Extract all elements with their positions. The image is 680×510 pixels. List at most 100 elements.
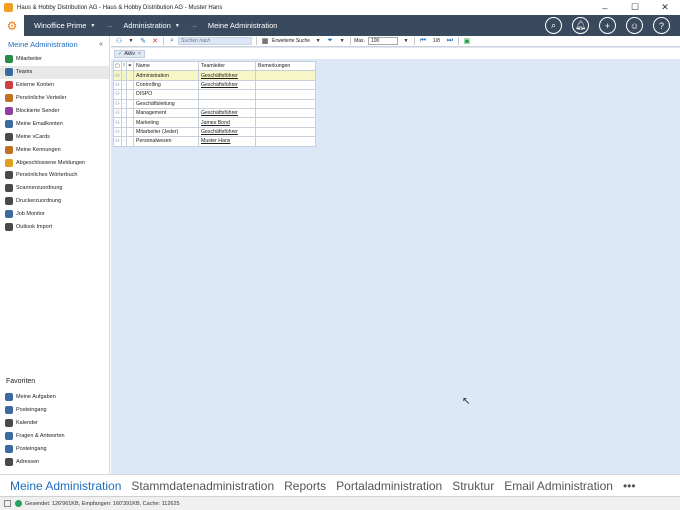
- module-tab[interactable]: Meine Administration: [10, 479, 121, 493]
- cell-bemerkungen[interactable]: [255, 107, 316, 119]
- column-header-bemerkungen[interactable]: Bemerkungen: [255, 60, 316, 72]
- cell-bemerkungen[interactable]: [255, 79, 316, 91]
- cell-name[interactable]: Mitarbeiter (Jeder): [133, 126, 199, 138]
- sidebar-item[interactable]: Persönliches Wörterbuch: [0, 169, 109, 182]
- collapse-icon[interactable]: «: [99, 41, 103, 48]
- chevron-down-icon[interactable]: ▼: [338, 37, 346, 45]
- cell-name[interactable]: Administration: [133, 70, 199, 81]
- column-header-name[interactable]: Name: [133, 60, 199, 72]
- filter-icon[interactable]: ⏷: [126, 60, 134, 72]
- sidebar-item[interactable]: Druckerzuordnung: [0, 195, 109, 208]
- cell-name[interactable]: Personalwesen: [133, 136, 199, 147]
- sidebar-item[interactable]: Outlook Import: [0, 221, 109, 234]
- table-row[interactable]: ⚇ · Geschäftsleitung: [113, 98, 316, 109]
- close-icon[interactable]: ×: [138, 51, 141, 57]
- filter-chip-active[interactable]: ✓ Aktiv ×: [114, 49, 145, 58]
- favorite-item[interactable]: Kalender: [0, 417, 110, 430]
- sidebar-item[interactable]: Mitarbeiter: [0, 53, 109, 66]
- table-row[interactable]: ⚇ · Mitarbeiter (Jeder) Geschäftsführer: [113, 126, 316, 138]
- module-tab[interactable]: Email Administration: [504, 479, 613, 493]
- module-tab[interactable]: Reports: [284, 479, 326, 493]
- close-button[interactable]: ✕: [650, 0, 680, 15]
- gear-icon[interactable]: ⚙: [0, 15, 24, 36]
- sidebar-item[interactable]: Scannerzuordnung: [0, 182, 109, 195]
- module-tab[interactable]: Stammdatenadministration: [131, 479, 274, 493]
- cell-teamleiter[interactable]: Geschäftsführer: [198, 107, 256, 119]
- help-icon[interactable]: ?: [653, 17, 670, 34]
- table-row[interactable]: ⚇ · DISPO: [113, 89, 316, 100]
- chevron-down-icon[interactable]: ▼: [127, 37, 135, 45]
- column-header-teamleiter[interactable]: Teamleiter: [198, 60, 256, 72]
- sidebar-item[interactable]: Abgeschlossene Meldungen: [0, 156, 109, 169]
- team-icon[interactable]: ⚇: [115, 37, 123, 45]
- cell-bemerkungen[interactable]: [255, 136, 316, 147]
- cell-name[interactable]: Geschäftsleitung: [133, 98, 199, 109]
- sidebar-item[interactable]: Job Monitor: [0, 208, 109, 221]
- cell-bemerkungen[interactable]: [255, 70, 316, 81]
- last-page-icon[interactable]: ⏭: [446, 37, 454, 45]
- cell-teamleiter[interactable]: [198, 98, 256, 109]
- favorite-item[interactable]: Fragen & Antworten: [0, 430, 110, 443]
- sidebar-item[interactable]: Externe Konten: [0, 79, 109, 92]
- module-tab[interactable]: Struktur: [452, 479, 494, 493]
- cell-teamleiter[interactable]: Muster Hans: [198, 136, 256, 147]
- breadcrumb-current[interactable]: Meine Administration: [208, 21, 278, 30]
- add-icon[interactable]: +: [599, 17, 616, 34]
- sidebar-item-label: Externe Konten: [16, 82, 54, 89]
- search-icon[interactable]: ⌕: [545, 17, 562, 34]
- cell-name[interactable]: Controlling: [133, 79, 199, 91]
- favorite-item[interactable]: Posteingang: [0, 404, 110, 417]
- cell-teamleiter[interactable]: Geschäftsführer: [198, 126, 256, 138]
- cell-bemerkungen[interactable]: [255, 89, 316, 100]
- teams-table: ▢ ! ⏷ Name Teamleiter Bemerkungen ⚇ · Admi…: [113, 60, 316, 147]
- section-menu[interactable]: Administration ▼: [123, 21, 179, 30]
- favorite-item[interactable]: Posteingang: [0, 443, 110, 456]
- cell-bemerkungen[interactable]: [255, 117, 316, 128]
- table-row[interactable]: ⚇ · Marketing James Bond: [113, 117, 316, 128]
- minimize-button[interactable]: –: [590, 0, 620, 15]
- module-tab[interactable]: Portaladministration: [336, 479, 442, 493]
- max-select[interactable]: 100: [367, 37, 398, 45]
- chevron-down-icon[interactable]: ▼: [314, 37, 322, 45]
- toolbar: ⚇ ▼ ✎ ✕ ⌕ Suchen nach ▦ Erweiterte Suche…: [111, 36, 680, 47]
- cell-teamleiter[interactable]: Geschäftsführer: [198, 70, 256, 81]
- product-menu[interactable]: Winoffice Prime ▼: [34, 21, 95, 30]
- select-all-icon[interactable]: ▢: [113, 60, 122, 72]
- extended-search-button[interactable]: Erweiterte Suche: [272, 38, 310, 44]
- cell-bemerkungen[interactable]: [255, 126, 316, 138]
- excel-export-icon[interactable]: ▣: [463, 37, 471, 45]
- sidebar-item[interactable]: Teams: [0, 65, 109, 79]
- extended-search-icon[interactable]: ▦: [261, 37, 269, 45]
- cell-bemerkungen[interactable]: [255, 98, 316, 109]
- sidebar-item-label: Persönliche Verteiler: [16, 95, 67, 102]
- more-tabs-button[interactable]: •••: [623, 479, 636, 493]
- edit-icon[interactable]: ✎: [139, 37, 147, 45]
- delete-icon[interactable]: ✕: [151, 37, 159, 45]
- table-row[interactable]: ⚇ · Administration Geschäftsführer: [113, 70, 316, 81]
- user-icon[interactable]: ☺: [626, 17, 643, 34]
- sidebar-item[interactable]: Meine vCards: [0, 130, 109, 143]
- favorite-item[interactable]: Meine Aufgaben: [0, 391, 110, 404]
- sidebar-item[interactable]: Meine Kennungen: [0, 143, 109, 156]
- cell-name[interactable]: Marketing: [133, 117, 199, 128]
- table-row[interactable]: ⚇ · Controlling Geschäftsführer: [113, 79, 316, 91]
- bell-icon[interactable]: 🔔︎: [572, 17, 589, 34]
- table-row[interactable]: ⚇ · Management Geschäftsführer: [113, 107, 316, 119]
- sidebar-item[interactable]: Meine Emailkonten: [0, 117, 109, 130]
- cell-teamleiter[interactable]: [198, 89, 256, 100]
- sidebar-item[interactable]: Persönliche Verteiler: [0, 92, 109, 105]
- chevron-down-icon[interactable]: ▼: [402, 37, 410, 45]
- team-icon: ⚇: [113, 89, 122, 100]
- cell-name[interactable]: Management: [133, 107, 199, 119]
- search-input[interactable]: Suchen nach: [178, 37, 252, 45]
- sidebar-item[interactable]: Blockierte Sender: [0, 105, 109, 118]
- cell-teamleiter[interactable]: Geschäftsführer: [198, 79, 256, 91]
- table-row[interactable]: ⚇ · Personalwesen Muster Hans: [113, 136, 316, 147]
- maximize-button[interactable]: ☐: [620, 0, 650, 15]
- favorite-item[interactable]: Adressen: [0, 455, 110, 468]
- sidebar-item-icon: [5, 68, 13, 77]
- cell-teamleiter[interactable]: James Bond: [198, 117, 256, 128]
- cell-name[interactable]: DISPO: [133, 89, 199, 100]
- first-page-icon[interactable]: ⏮: [419, 37, 427, 45]
- filter-icon[interactable]: ⏷: [326, 37, 334, 45]
